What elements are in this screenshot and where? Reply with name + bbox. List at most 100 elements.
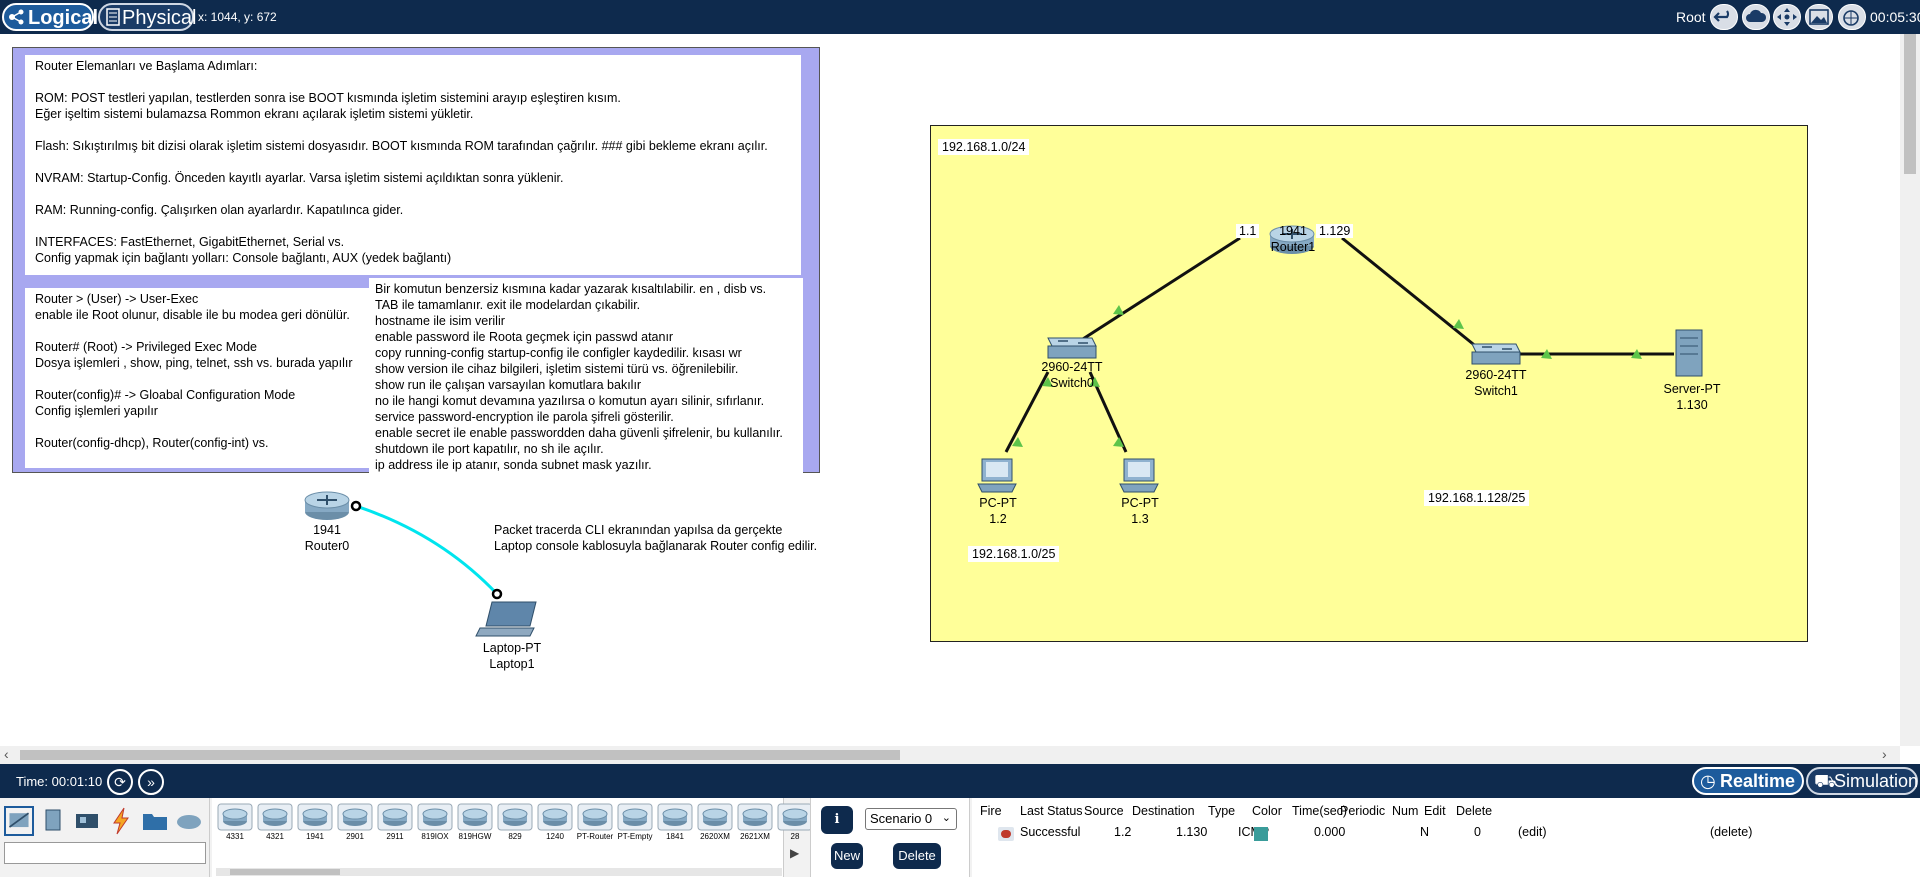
router0-model: 1941 [313, 523, 341, 537]
device-categories [0, 798, 210, 877]
device-model-label: 819HGW [458, 832, 492, 841]
models-scroll-thumb[interactable] [230, 869, 340, 875]
switch1-label[interactable]: 2960-24TT Switch1 [1458, 367, 1534, 399]
pc-a-label[interactable]: PC-PT 1.2 [970, 495, 1026, 527]
pdu-header-periodic: Periodic [1340, 804, 1386, 818]
pdu-header-timesec: Time(sec) [1292, 804, 1348, 818]
components-icon[interactable] [72, 806, 102, 836]
device-model-28[interactable]: 28 [776, 802, 814, 842]
new-scenario-button[interactable]: New [831, 843, 863, 869]
device-model-pt-router[interactable]: PT-Router [576, 802, 614, 842]
device-model-4321[interactable]: 4321 [256, 802, 294, 842]
simulation-mode-button[interactable]: ⛟ Simulation [1806, 767, 1918, 795]
root-label[interactable]: Root [1676, 9, 1706, 25]
delete-scenario-button[interactable]: Delete [893, 843, 941, 869]
vertical-scrollbar[interactable] [1900, 34, 1920, 746]
cable-endpoint [350, 500, 362, 512]
device-model-819iox[interactable]: 819IOX [416, 802, 454, 842]
panel-collapse-arrow-icon[interactable]: ▶ [790, 846, 799, 860]
horizontal-scrollbar[interactable]: ‹ › [0, 746, 1900, 764]
logical-label: Logical [28, 7, 99, 29]
network-devices-icon[interactable] [4, 806, 34, 836]
pdu-cell-destination: 1.130 [1176, 825, 1208, 839]
router-icon [304, 491, 350, 520]
pdu-header-fire: Fire [980, 804, 1002, 818]
scroll-right-arrow-icon[interactable]: › [1882, 746, 1887, 762]
router1-model: 1941 [1279, 224, 1307, 238]
device-model-label: PT-Empty [617, 832, 653, 841]
pdu-header-destination: Destination [1132, 804, 1195, 818]
device-model-label: 4331 [226, 832, 244, 841]
end-devices-icon[interactable] [38, 806, 68, 836]
background-image-icon[interactable] [1805, 4, 1833, 30]
subnet-label-lan1[interactable]: 192.168.1.0/25 [968, 546, 1060, 562]
device-model-1941[interactable]: 1941 [296, 802, 334, 842]
physical-label: Physical [122, 7, 197, 29]
device-models-list: 4331 4321 1941 2901 2911 819IOX 819HGW 829 1240 P… [212, 798, 813, 877]
fire-pdu-icon[interactable] [998, 827, 1014, 841]
vertical-scroll-thumb[interactable] [1904, 34, 1916, 174]
router1-label[interactable]: 1941 Router1 [1262, 223, 1324, 255]
device-model-2901[interactable]: 2901 [336, 802, 374, 842]
pc-icon [977, 458, 1017, 493]
pdu-header-color: Color [1252, 804, 1282, 818]
router-model-icon [617, 803, 653, 831]
laptop-icon [475, 601, 537, 637]
cloud-icon[interactable] [1742, 4, 1770, 30]
pdu-header-edit: Edit [1424, 804, 1446, 818]
device-model-label: 2621XM [740, 832, 770, 841]
back-icon[interactable] [1710, 4, 1738, 30]
router-model-icon [217, 803, 253, 831]
router0-label[interactable]: 1941 Router0 [296, 522, 358, 554]
laptop1-label[interactable]: Laptop-PT Laptop1 [472, 640, 552, 672]
top-toolbar: Logical Physical x: 1044, y: 672 Root 00… [0, 0, 1920, 34]
bottom-panel: 4331 4321 1941 2901 2911 819IOX 819HGW 829 1240 P… [0, 798, 1920, 877]
models-scrollbar[interactable] [216, 868, 782, 876]
device-search-input[interactable] [4, 842, 206, 864]
pdu-cell-edit[interactable]: (edit) [1518, 825, 1546, 839]
switch1-name: Switch1 [1474, 384, 1518, 398]
device-model-1240[interactable]: 1240 [536, 802, 574, 842]
device-model-4331[interactable]: 4331 [216, 802, 254, 842]
miscellaneous-folder-icon[interactable] [140, 806, 170, 836]
realtime-mode-button[interactable]: ◷ Realtime [1692, 767, 1804, 795]
device-model-2621xm[interactable]: 2621XM [736, 802, 774, 842]
device-model-819hgw[interactable]: 819HGW [456, 802, 494, 842]
server-label[interactable]: Server-PT 1.130 [1658, 381, 1726, 413]
router-model-icon [697, 803, 733, 831]
fast-forward-icon[interactable]: » [138, 769, 164, 795]
logical-workspace[interactable]: Router Elemanları ve Başlama Adımları: R… [0, 34, 1900, 746]
subnet-label-main[interactable]: 192.168.1.0/24 [938, 139, 1030, 155]
device-model-2620xm[interactable]: 2620XM [696, 802, 734, 842]
horizontal-scroll-thumb[interactable] [20, 750, 900, 760]
multiuser-cloud-icon[interactable] [174, 806, 204, 836]
device-model-label: 829 [508, 832, 522, 841]
device-model-pt-empty[interactable]: PT-Empty [616, 802, 654, 842]
info-icon[interactable]: i [821, 806, 853, 834]
switch0-label[interactable]: 2960-24TT Switch0 [1034, 359, 1110, 391]
scenario-select[interactable]: Scenario 0 ⌄ [865, 808, 957, 830]
link-status-indicator [1453, 319, 1464, 329]
physical-rack-icon [106, 8, 120, 26]
connections-lightning-icon[interactable] [106, 806, 136, 836]
switch-icon [1471, 343, 1521, 365]
device-model-1841[interactable]: 1841 [656, 802, 694, 842]
link-router1-switch0 [1071, 236, 1241, 348]
device-model-2911[interactable]: 2911 [376, 802, 414, 842]
scroll-left-arrow-icon[interactable]: ‹ [4, 746, 9, 762]
subnet-label-lan2[interactable]: 192.168.1.128/25 [1424, 490, 1530, 506]
logical-view-button[interactable]: Logical [2, 3, 98, 31]
device-model-label: 1240 [546, 832, 564, 841]
viewport-globe-icon[interactable] [1838, 4, 1866, 30]
device-model-label: 819IOX [421, 832, 449, 841]
pc-b-label[interactable]: PC-PT 1.3 [1112, 495, 1168, 527]
pdu-cell-time: 0.000 [1314, 825, 1346, 839]
pc-b-model: PC-PT [1121, 496, 1159, 510]
link-router1-switch1 [1341, 236, 1479, 350]
device-model-829[interactable]: 829 [496, 802, 534, 842]
power-cycle-icon[interactable]: ⟳ [107, 769, 133, 795]
clock-icon: ◷ [1700, 771, 1716, 791]
physical-view-button[interactable]: Physical [98, 3, 197, 31]
pdu-cell-delete[interactable]: (delete) [1710, 825, 1752, 839]
move-icon[interactable] [1773, 4, 1801, 30]
